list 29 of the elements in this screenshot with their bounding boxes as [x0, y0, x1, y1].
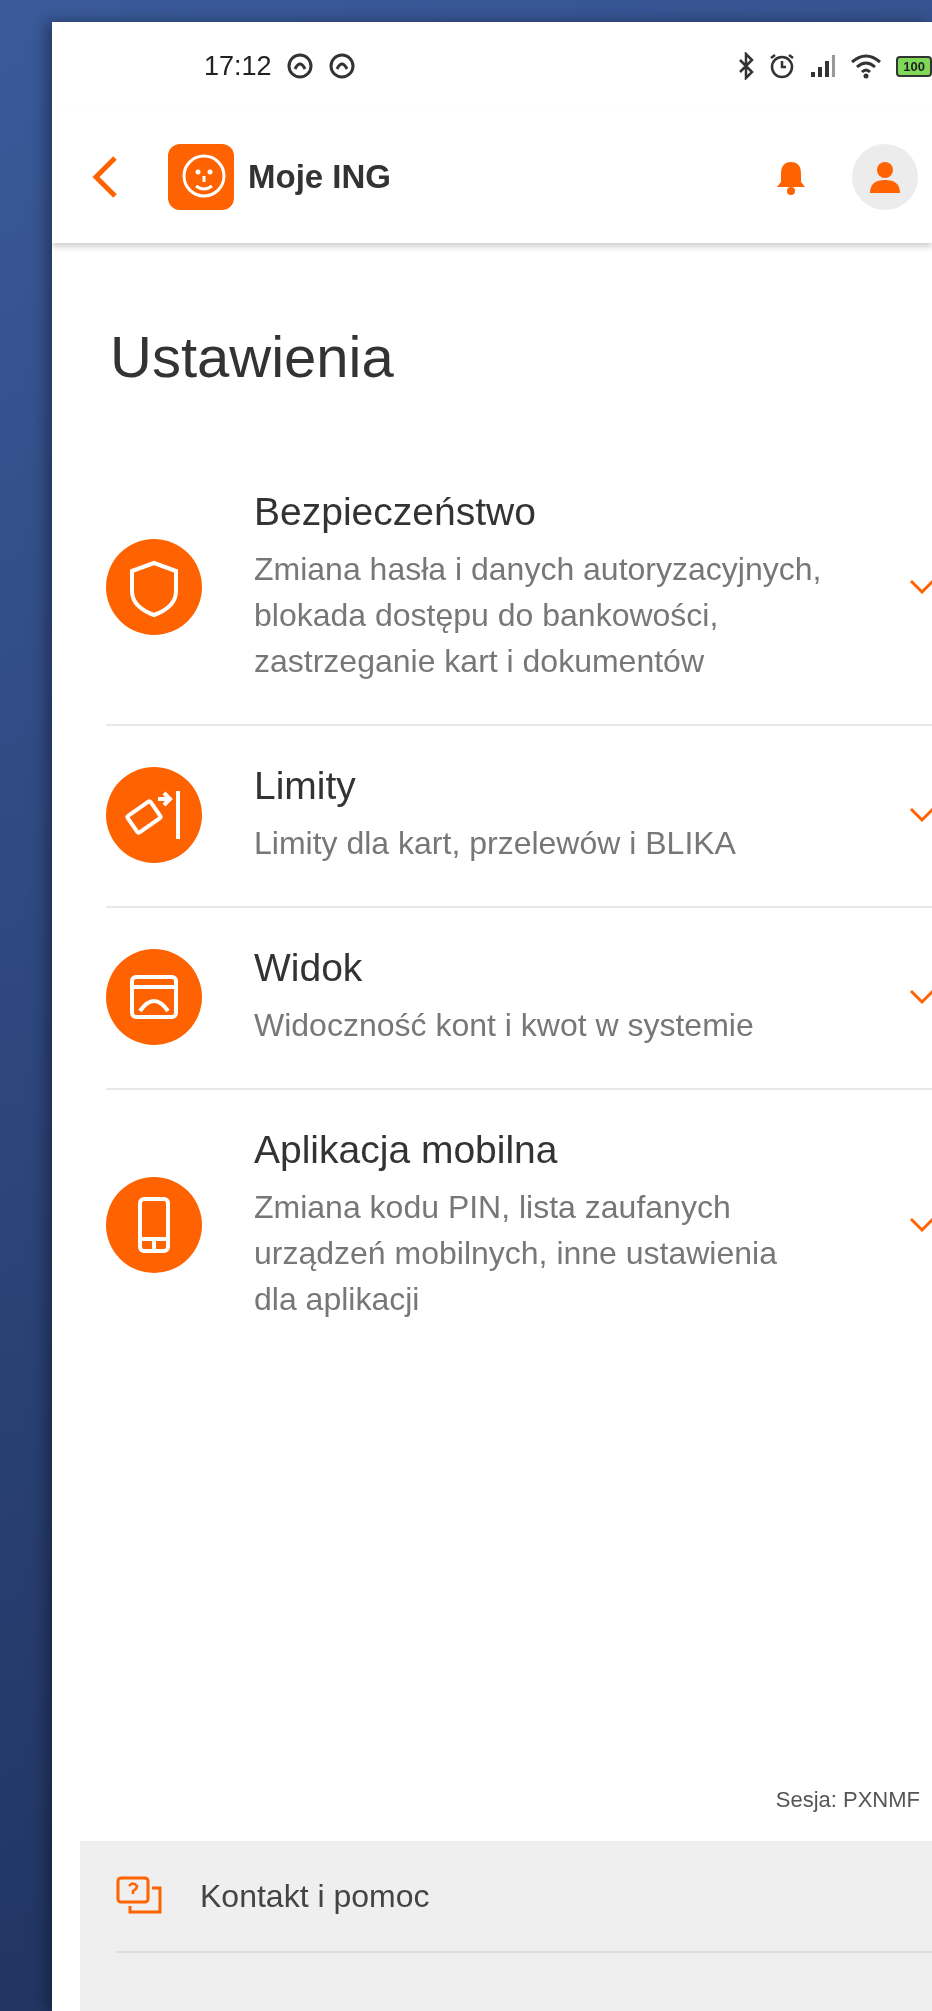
wifi-icon [850, 53, 883, 79]
help-chat-icon [116, 1876, 162, 1916]
section-title[interactable]: Aplikacja mobilna [254, 1128, 824, 1172]
app-title: Moje ING [248, 157, 391, 196]
phone-icon [106, 1177, 202, 1273]
footer-link[interactable]: Kontakt i pomoc [200, 1877, 430, 1915]
page-title: Ustawienia [110, 323, 395, 390]
battery-level: 100 [896, 55, 932, 77]
section-description: Zmiana hasła i danych autoryzacyjnych, blokada dostępu do bankowości, zastrzeganie kart i dokumentów [254, 550, 823, 681]
bluetooth-icon [738, 52, 755, 80]
section-title[interactable]: Bezpieczeństwo [254, 490, 824, 534]
window-icon [106, 949, 202, 1045]
section-title[interactable]: Limity [254, 764, 824, 808]
chevron-down-icon[interactable] [908, 578, 932, 596]
status-time: 17:12 [204, 50, 272, 82]
chevron-down-icon[interactable] [908, 806, 932, 824]
signal-icon [810, 54, 837, 78]
back-button[interactable] [90, 153, 120, 200]
person-icon [868, 159, 902, 194]
notification-icon [327, 52, 356, 80]
session-id: Sesja: PXNMF [775, 1787, 920, 1813]
section-title[interactable]: Widok [254, 946, 824, 990]
section-description: Zmiana kodu PIN, lista zaufanych urządzeń mobilnych, inne ustawienia dla aplikacji [254, 1188, 778, 1319]
chevron-down-icon[interactable] [908, 1216, 932, 1234]
section-description: Limity dla kart, przelewów i BLIKA [254, 824, 737, 863]
section-description: Widoczność kont i kwot w systemie [254, 1006, 755, 1045]
notification-icon [285, 52, 314, 80]
chevron-down-icon[interactable] [908, 988, 932, 1006]
shield-icon [106, 539, 202, 635]
